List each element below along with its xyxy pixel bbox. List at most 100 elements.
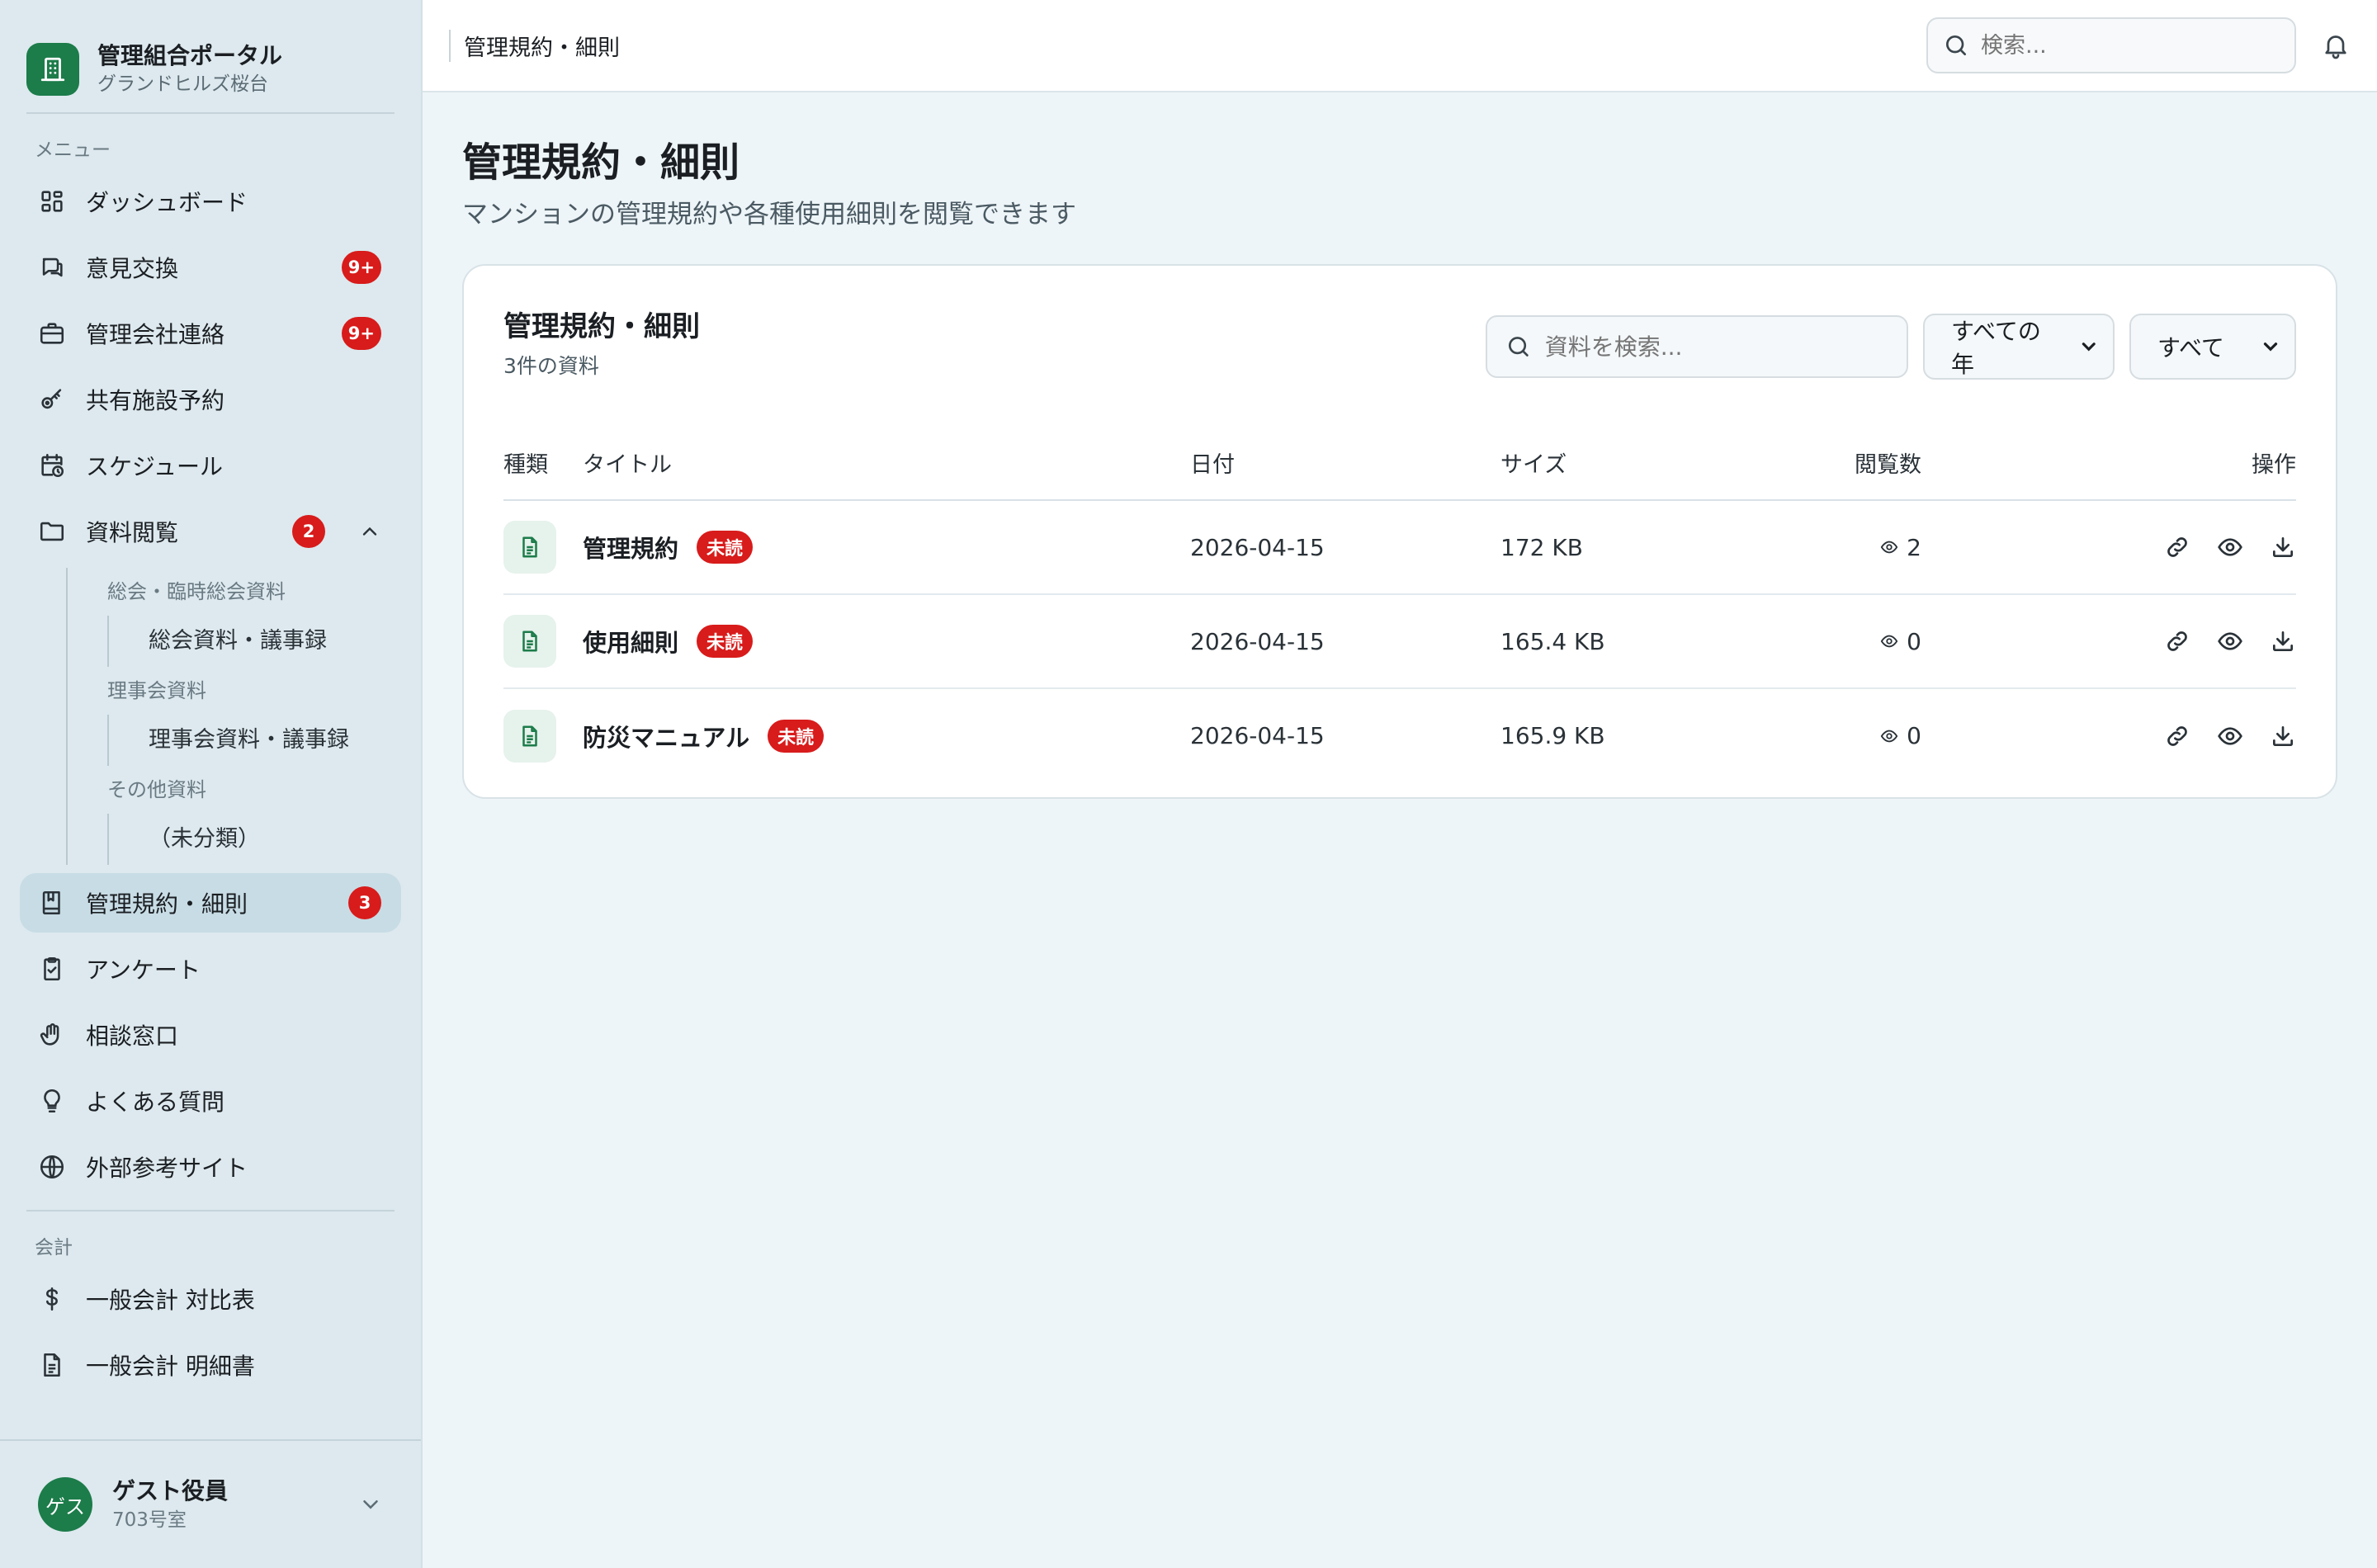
key-icon <box>41 389 62 409</box>
sidebar-item-documents[interactable]: 資料閲覧 2 <box>20 502 401 561</box>
table-row[interactable]: 管理規約 未読 2026-04-15 172 KB 2 <box>503 500 2296 595</box>
docs-group-board[interactable]: 理事会資料 <box>66 667 421 715</box>
view-count-value: 0 <box>1907 627 1921 655</box>
sidebar-item-general-account-comparison[interactable]: 一般会計 対比表 <box>20 1269 401 1329</box>
sidebar-item-facility-booking[interactable]: 共有施設予約 <box>20 370 401 429</box>
docs-group-other[interactable]: その他資料 <box>66 766 421 814</box>
sidebar-item-label: スケジュール <box>86 453 224 480</box>
sidebar-item-consultation[interactable]: 相談窓口 <box>20 1005 401 1065</box>
breadcrumb: 管理規約・細則 <box>449 29 620 62</box>
sidebar-item-label: 資料閲覧 <box>86 519 179 546</box>
type-filter-value: すべて <box>2157 334 2224 361</box>
eye-icon[interactable] <box>2217 534 2243 560</box>
notification-badge: 2 <box>292 515 325 548</box>
document-size: 165.9 KB <box>1500 722 1605 749</box>
link-icon[interactable] <box>2164 723 2190 749</box>
table-row[interactable]: 防災マニュアル 未読 2026-04-15 165.9 KB 0 <box>503 688 2296 782</box>
sidebar: 管理組合ポータル グランドヒルズ桜台 メニュー ダッシュボード 意見交換 9+ … <box>0 0 423 1568</box>
search-icon <box>1508 337 1529 357</box>
sidebar-item-schedule[interactable]: スケジュール <box>20 436 401 495</box>
sidebar-item-opinions[interactable]: 意見交換 9+ <box>20 238 401 297</box>
card-title: 管理規約・細則 <box>503 310 700 343</box>
notification-badge: 9+ <box>341 317 381 350</box>
sidebar-item-bylaws[interactable]: 管理規約・細則 3 <box>20 873 401 933</box>
row-actions <box>1921 628 2296 654</box>
document-size: 165.4 KB <box>1500 594 1773 689</box>
sidebar-item-faq[interactable]: よくある質問 <box>20 1071 401 1131</box>
dollar-icon <box>46 1287 58 1311</box>
type-filter-select[interactable]: すべて <box>2129 314 2296 380</box>
download-icon[interactable] <box>2270 534 2296 560</box>
bell-icon[interactable] <box>2321 31 2351 60</box>
document-date: 2026-04-15 <box>1190 722 1325 749</box>
topbar: 管理規約・細則 <box>423 0 2377 92</box>
docs-leaf-uncategorized[interactable]: （未分類） <box>107 814 421 865</box>
document-search[interactable] <box>1486 315 1908 378</box>
sidebar-item-label: 一般会計 対比表 <box>86 1287 255 1314</box>
document-title[interactable]: 防災マニュアル <box>583 719 749 753</box>
eye-icon[interactable] <box>2217 628 2243 654</box>
link-icon[interactable] <box>2164 534 2190 560</box>
chat-bubble-icon <box>42 257 63 277</box>
document-title[interactable]: 使用細則 <box>583 624 678 659</box>
col-header-title[interactable]: タイトル <box>583 426 1190 501</box>
download-icon[interactable] <box>2270 628 2296 654</box>
col-header-type: 種類 <box>503 426 583 501</box>
sidebar-item-general-account-statement[interactable]: 一般会計 明細書 <box>20 1335 401 1395</box>
document-search-input[interactable] <box>1544 333 1888 361</box>
chevron-down-icon <box>2082 342 2096 352</box>
sidebar-item-label: 外部参考サイト <box>86 1155 248 1182</box>
documents-subtree: 総会・臨時総会資料 総会資料・議事録 理事会資料 理事会資料・議事録 その他資料… <box>66 568 421 865</box>
docs-leaf-general-meeting-minutes[interactable]: 総会資料・議事録 <box>107 616 421 667</box>
global-search[interactable] <box>1926 17 2296 73</box>
global-search-input[interactable] <box>1981 32 2278 59</box>
eye-icon[interactable] <box>2217 723 2243 749</box>
file-type-icon <box>503 615 556 668</box>
col-header-actions: 操作 <box>1921 426 2296 501</box>
sidebar-item-label: 一般会計 明細書 <box>86 1353 255 1380</box>
col-header-views[interactable]: 閲覧数 <box>1773 426 1921 501</box>
clipboard-check-icon <box>44 956 60 981</box>
sidebar-item-label: 相談窓口 <box>86 1023 179 1050</box>
row-actions <box>1921 534 2296 560</box>
sidebar-item-label: ダッシュボード <box>86 189 248 216</box>
chevron-down-icon <box>2263 342 2278 352</box>
sidebar-divider <box>26 112 395 114</box>
brand[interactable]: 管理組合ポータル グランドヒルズ桜台 <box>0 0 421 112</box>
sidebar-item-dashboard[interactable]: ダッシュボード <box>20 172 401 231</box>
row-actions <box>1921 723 2296 749</box>
document-date: 2026-04-15 <box>1190 594 1500 689</box>
table-header-row: 種類 タイトル 日付 サイズ 閲覧数 操作 <box>503 426 2296 501</box>
document-count: 3件の資料 <box>503 354 599 378</box>
chevron-down-icon[interactable] <box>358 1492 383 1517</box>
document-icon <box>44 1353 60 1377</box>
view-count: 0 <box>1773 628 1921 655</box>
calendar-clock-icon <box>41 453 64 478</box>
docs-group-general-meeting[interactable]: 総会・臨時総会資料 <box>66 568 421 616</box>
document-size: 172 KB <box>1500 500 1773 595</box>
document-title[interactable]: 管理規約 <box>583 530 678 564</box>
page-subtitle: マンションの管理規約や各種使用細則を閲覧できます <box>462 200 1076 229</box>
brand-title: 管理組合ポータル <box>97 42 283 69</box>
book-icon <box>42 890 60 915</box>
col-header-size[interactable]: サイズ <box>1500 426 1773 501</box>
link-icon[interactable] <box>2164 628 2190 654</box>
sidebar-item-label: 管理規約・細則 <box>86 890 248 918</box>
view-count-value: 0 <box>1907 722 1921 749</box>
user-menu[interactable]: ゲス ゲスト役員 703号室 <box>0 1439 421 1568</box>
sidebar-item-label: 共有施設予約 <box>86 387 225 414</box>
sidebar-item-label: アンケート <box>86 956 201 984</box>
user-room: 703号室 <box>112 1509 187 1531</box>
chevron-up-icon[interactable] <box>358 520 381 543</box>
sidebar-item-survey[interactable]: アンケート <box>20 939 401 999</box>
sidebar-item-external-links[interactable]: 外部参考サイト <box>20 1137 401 1197</box>
table-row[interactable]: 使用細則 未読 2026-04-15 165.4 KB 0 <box>503 594 2296 689</box>
col-header-date[interactable]: 日付 <box>1190 426 1500 501</box>
download-icon[interactable] <box>2270 723 2296 749</box>
sidebar-item-label: 意見交換 <box>86 255 179 282</box>
sidebar-divider <box>26 1210 395 1211</box>
year-filter-select[interactable]: すべての年 <box>1923 314 2115 380</box>
sidebar-item-management-company[interactable]: 管理会社連絡 9+ <box>20 304 401 363</box>
eye-icon <box>1880 541 1898 554</box>
docs-leaf-board-minutes[interactable]: 理事会資料・議事録 <box>107 715 421 766</box>
